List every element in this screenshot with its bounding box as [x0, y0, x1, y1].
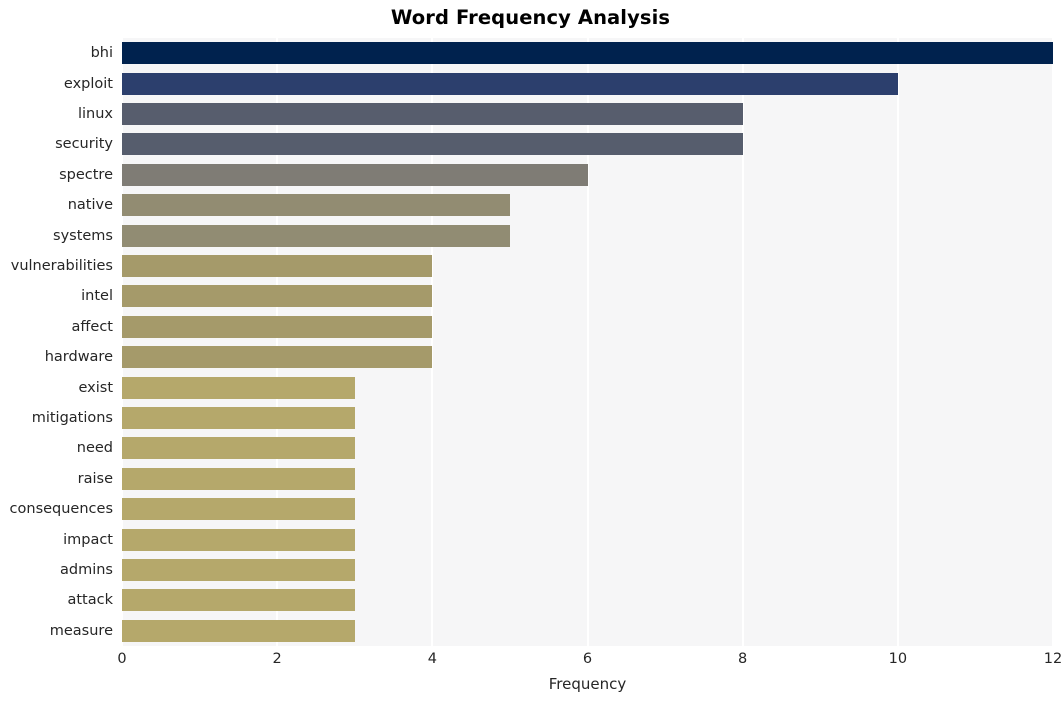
bar-series	[122, 38, 1053, 646]
bar	[122, 376, 355, 399]
bar	[122, 163, 588, 186]
bar	[122, 346, 433, 369]
y-tick-label: need	[76, 440, 113, 457]
x-tick-label: 8	[738, 651, 748, 667]
x-tick-label: 12	[1043, 651, 1061, 667]
bar	[122, 72, 898, 95]
y-tick-label: exist	[78, 379, 113, 396]
bar	[122, 285, 433, 308]
bar	[122, 559, 355, 581]
y-tick-label: exploit	[63, 75, 113, 92]
bar	[122, 498, 355, 521]
y-tick-label: native	[67, 197, 113, 214]
bar	[122, 103, 743, 125]
y-tick-label: attack	[67, 592, 113, 609]
y-tick-label: mitigations	[31, 410, 113, 426]
y-tick-label: bhi	[90, 45, 113, 62]
x-tick-label: 10	[888, 651, 908, 667]
bar	[122, 255, 433, 277]
y-tick-label: affect	[71, 318, 113, 335]
bar	[122, 194, 510, 217]
bar	[122, 42, 1053, 65]
bar	[122, 467, 355, 490]
y-tick-label: vulnerabilities	[10, 258, 113, 274]
y-tick-label: linux	[77, 106, 113, 122]
y-tick-label: impact	[63, 531, 113, 548]
x-tick-label: 4	[427, 651, 437, 667]
y-tick-label: consequences	[9, 501, 113, 518]
bar	[122, 589, 355, 612]
y-tick-label: measure	[49, 622, 113, 639]
y-tick-label: admins	[60, 562, 113, 578]
plot-area	[121, 38, 1054, 646]
y-tick-label: raise	[77, 470, 113, 487]
x-tick-label: 2	[272, 651, 282, 667]
y-axis-tick-labels: bhi exploit linux security spectre native syst…	[0, 38, 113, 646]
x-tick-label: 0	[117, 651, 127, 667]
y-tick-label: systems	[53, 227, 113, 244]
y-tick-label: spectre	[59, 166, 113, 183]
y-tick-label: security	[55, 136, 113, 153]
bar	[122, 528, 355, 551]
y-tick-label: intel	[81, 288, 113, 305]
bar	[122, 437, 355, 460]
bar	[122, 133, 743, 156]
x-axis-label: Frequency	[548, 675, 627, 693]
y-tick-label: hardware	[44, 349, 113, 366]
bar	[122, 619, 355, 642]
x-tick-label: 6	[582, 651, 593, 667]
bar	[122, 407, 355, 429]
chart-title: Word Frequency Analysis	[390, 6, 671, 29]
word-frequency-chart-figure: Word Frequency Analysis bhi exploit linux s…	[0, 0, 1061, 701]
bar	[122, 224, 510, 247]
bar	[122, 315, 433, 338]
x-axis-tick-labels: 0 2 4 6 8 10 12	[117, 651, 1061, 672]
